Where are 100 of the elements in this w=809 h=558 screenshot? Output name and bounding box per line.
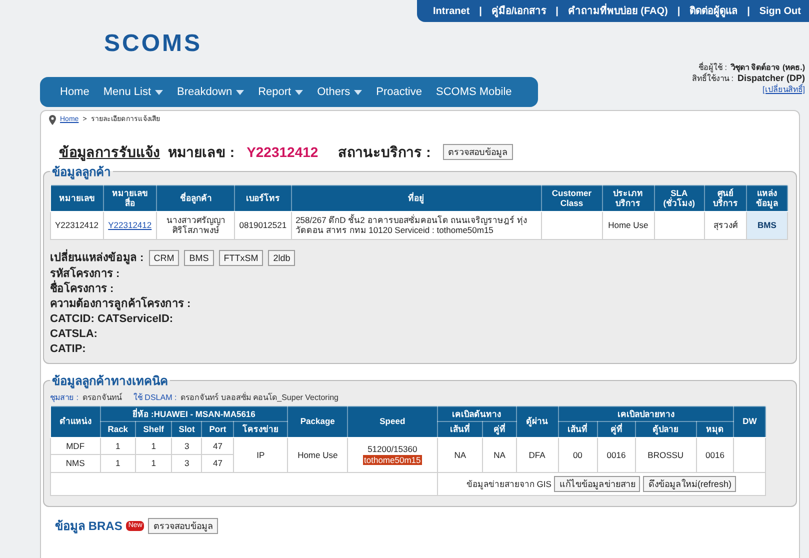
check-bras-button[interactable]: ตรวจสอบข้อมูล (148, 518, 218, 534)
top-link[interactable]: คำถามที่พบบ่อย (FAQ) (568, 4, 668, 18)
top-link[interactable]: Intranet (433, 4, 470, 18)
nav-item[interactable]: Report (258, 84, 304, 100)
column-header: โครงข่าย (233, 422, 288, 438)
exchange-value: ดรอกจันทน์ (82, 392, 122, 404)
location-pin-icon (49, 115, 56, 126)
table-cell: 1 (136, 437, 172, 455)
nav-item[interactable]: Proactive (376, 84, 422, 100)
column-header: ยี่ห้อ :HUAWEI - MSAN-MA5616 (100, 406, 288, 422)
column-header: Shelf (136, 422, 172, 438)
table-cell: NA (437, 437, 483, 472)
source-label: เปลี่ยนแหล่งข้อมูล : (50, 250, 144, 266)
column-header: ตู้ผ่าน (516, 406, 558, 438)
gis-button[interactable]: ดึงข้อมูลใหม่(refresh) (643, 476, 736, 492)
table-cell: 1 (100, 437, 136, 455)
gis-label: ข้อมูลข่ายสายจาก GIS (466, 478, 552, 490)
field-label: ความต้องการลูกค้าโครงการ : (50, 296, 192, 312)
column-header: Port (202, 422, 234, 438)
gis-button[interactable]: แก้ไขข้อมูลข่ายสาย (554, 476, 640, 492)
column-header: ตู้ปลาย (635, 422, 696, 438)
section-title: ข้อมูล BRAS (55, 518, 122, 535)
nav-item[interactable]: Home (60, 84, 90, 100)
separator: | (556, 4, 558, 18)
column-header: ศูนย์บริการ (704, 185, 746, 212)
table-cell: 47 (202, 437, 234, 455)
table-cell: IP (233, 437, 288, 472)
table-cell: 1 (136, 454, 172, 472)
table-cell: 3 (172, 437, 202, 455)
check-data-button[interactable]: ตรวจสอบข้อมูล (442, 144, 513, 160)
logo: SCOMS (104, 29, 204, 59)
column-header: SLA (ชั่วโมง) (654, 185, 704, 212)
table-cell: NA (482, 437, 516, 472)
column-header: ประเภทบริการ (602, 185, 654, 212)
source-button[interactable]: 2ldb (268, 250, 296, 266)
column-header: คู่ที่ (482, 422, 516, 438)
caret-icon (155, 90, 164, 94)
caret-icon (295, 90, 304, 94)
user-role: Dispatcher (DP) (737, 73, 805, 84)
column-header: Slot (172, 422, 202, 438)
column-header: Package (288, 406, 348, 438)
table-cell: Home Use (602, 211, 654, 240)
field-label: CATSLA: (50, 326, 98, 342)
field-label: CATIP: (50, 342, 87, 356)
column-header: Speed (347, 406, 438, 438)
table-cell: 258/267 ตึกD ชั้น2 อาคารบอสซั่มคอนโด ถนนเจริญราษฎร์ ทุ่งวัดดอน สาทร กทม 10120 Serviceid : tothome50m15 (291, 211, 542, 240)
column-header: แหล่งข้อมูล (746, 185, 788, 212)
table-cell: Y22312412 (50, 211, 103, 240)
column-header: หมายเลข (50, 185, 103, 212)
source-button[interactable]: FTTxSM (218, 250, 264, 266)
column-header: เส้นที่ (558, 422, 598, 438)
media-number-link[interactable]: Y22312412 (103, 211, 157, 240)
page-heading: ข้อมูลการรับแจ้ง (59, 142, 160, 162)
role-label: สิทธิ์ใช้งาน : (692, 73, 734, 84)
nav-item[interactable]: Breakdown (177, 84, 244, 100)
table-cell: 47 (202, 454, 234, 472)
separator: | (677, 4, 680, 18)
table-cell: สุรวงศ์ (704, 211, 746, 240)
nav-item[interactable]: Menu List (103, 84, 164, 100)
section-title: ข้อมูลลูกค้าทางเทคนิค (51, 372, 169, 390)
section-title: ข้อมูลลูกค้า (51, 164, 112, 180)
number-label: หมายเลข : (168, 142, 235, 162)
column-header: เบอร์โทร (234, 185, 292, 212)
nav-item[interactable]: SCOMS Mobile (436, 84, 512, 100)
table-cell: 0016 (696, 437, 734, 472)
table-cell: DFA (516, 437, 558, 472)
table-cell: นางสาวศรัญญา ศิริโสภาพงษ์ (156, 211, 235, 240)
column-header: ชื่อลูกค้า (156, 185, 235, 212)
column-header: ตำแหน่ง (50, 406, 100, 438)
column-header: DW (734, 406, 766, 438)
table-cell: BROSSU (635, 437, 696, 472)
column-header: Customer Class (541, 185, 602, 212)
source-button[interactable]: CRM (148, 250, 180, 266)
field-label: รหัสโครงการ : (50, 266, 121, 280)
dslam-label: ใช้ DSLAM : (133, 392, 177, 404)
table-cell: 0819012521 (234, 211, 292, 240)
source-button[interactable]: BMS (184, 250, 214, 266)
change-role-link[interactable]: [เปลี่ยนสิทธิ์] (762, 84, 805, 95)
top-link[interactable]: Sign Out (759, 4, 801, 18)
speed-value: 51200/15360 (366, 444, 418, 455)
column-header: เส้นที่ (437, 422, 483, 438)
speed-profile: tothome50m15 (363, 454, 422, 465)
separator: | (747, 4, 750, 18)
nav-item[interactable]: Others (317, 84, 362, 100)
table-cell: 0016 (597, 437, 636, 472)
column-header: Rack (100, 422, 136, 438)
exchange-label: ชุมสาย : (50, 392, 78, 404)
table-cell: MDF (50, 437, 100, 455)
field-label: ชื่อโครงการ : (50, 282, 790, 296)
status-label: สถานะบริการ : (338, 142, 431, 162)
table-cell: NMS (50, 454, 100, 472)
column-header: ที่อยู่ (291, 185, 542, 212)
top-link[interactable]: คู่มือ/เอกสาร (491, 4, 546, 18)
user-name: วิชุดา จิตต์อาจ (หคธ.) (731, 62, 805, 73)
column-header: เคเบิลปลายทาง (558, 406, 734, 422)
table-cell: Home Use (288, 437, 348, 472)
column-header: เคเบิลต้นทาง (437, 406, 516, 422)
top-link[interactable]: ติดต่อผู้ดูแล (690, 4, 738, 18)
column-header: คู่ที่ (597, 422, 636, 438)
table-cell: 3 (172, 454, 202, 472)
